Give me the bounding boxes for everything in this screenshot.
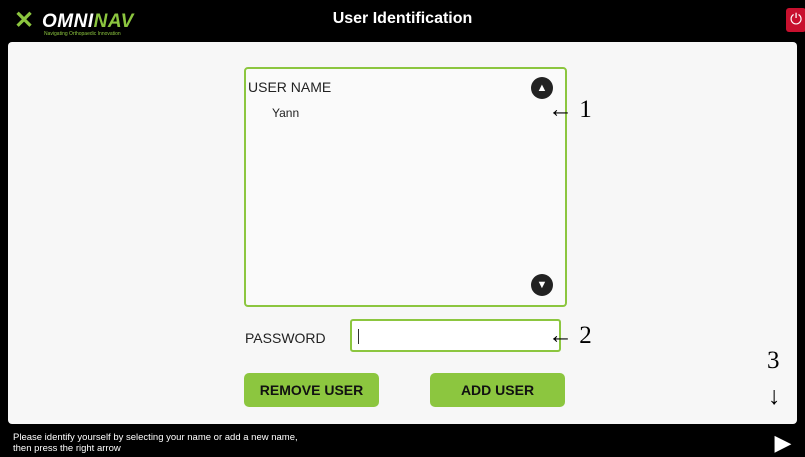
remove-user-button[interactable]: REMOVE USER xyxy=(244,373,379,407)
top-bar: ✕ OMNINAV Navigating Orthopaedic Innovat… xyxy=(0,0,805,42)
arrow-down-circle-icon[interactable]: ▼ xyxy=(531,274,553,296)
user-list-box[interactable] xyxy=(244,67,567,307)
annotation-3-arrow: ↓ xyxy=(768,383,781,410)
annotation-2: ← 2 xyxy=(548,322,592,349)
add-user-button[interactable]: ADD USER xyxy=(430,373,565,407)
annotation-3: 3 xyxy=(767,347,780,374)
password-field[interactable] xyxy=(350,319,561,352)
password-label: PASSWORD xyxy=(245,330,326,346)
annotation-1: ← 1 xyxy=(548,96,592,123)
user-list-item[interactable]: Yann xyxy=(272,106,299,120)
instruction-text: Please identify yourself by selecting yo… xyxy=(13,432,298,454)
user-name-label: USER NAME xyxy=(248,79,332,95)
page-title: User Identification xyxy=(332,10,473,27)
text-caret xyxy=(358,329,359,344)
power-icon[interactable]: ⏻ xyxy=(786,8,805,32)
right-arrow-icon[interactable]: ▶ xyxy=(770,430,796,456)
